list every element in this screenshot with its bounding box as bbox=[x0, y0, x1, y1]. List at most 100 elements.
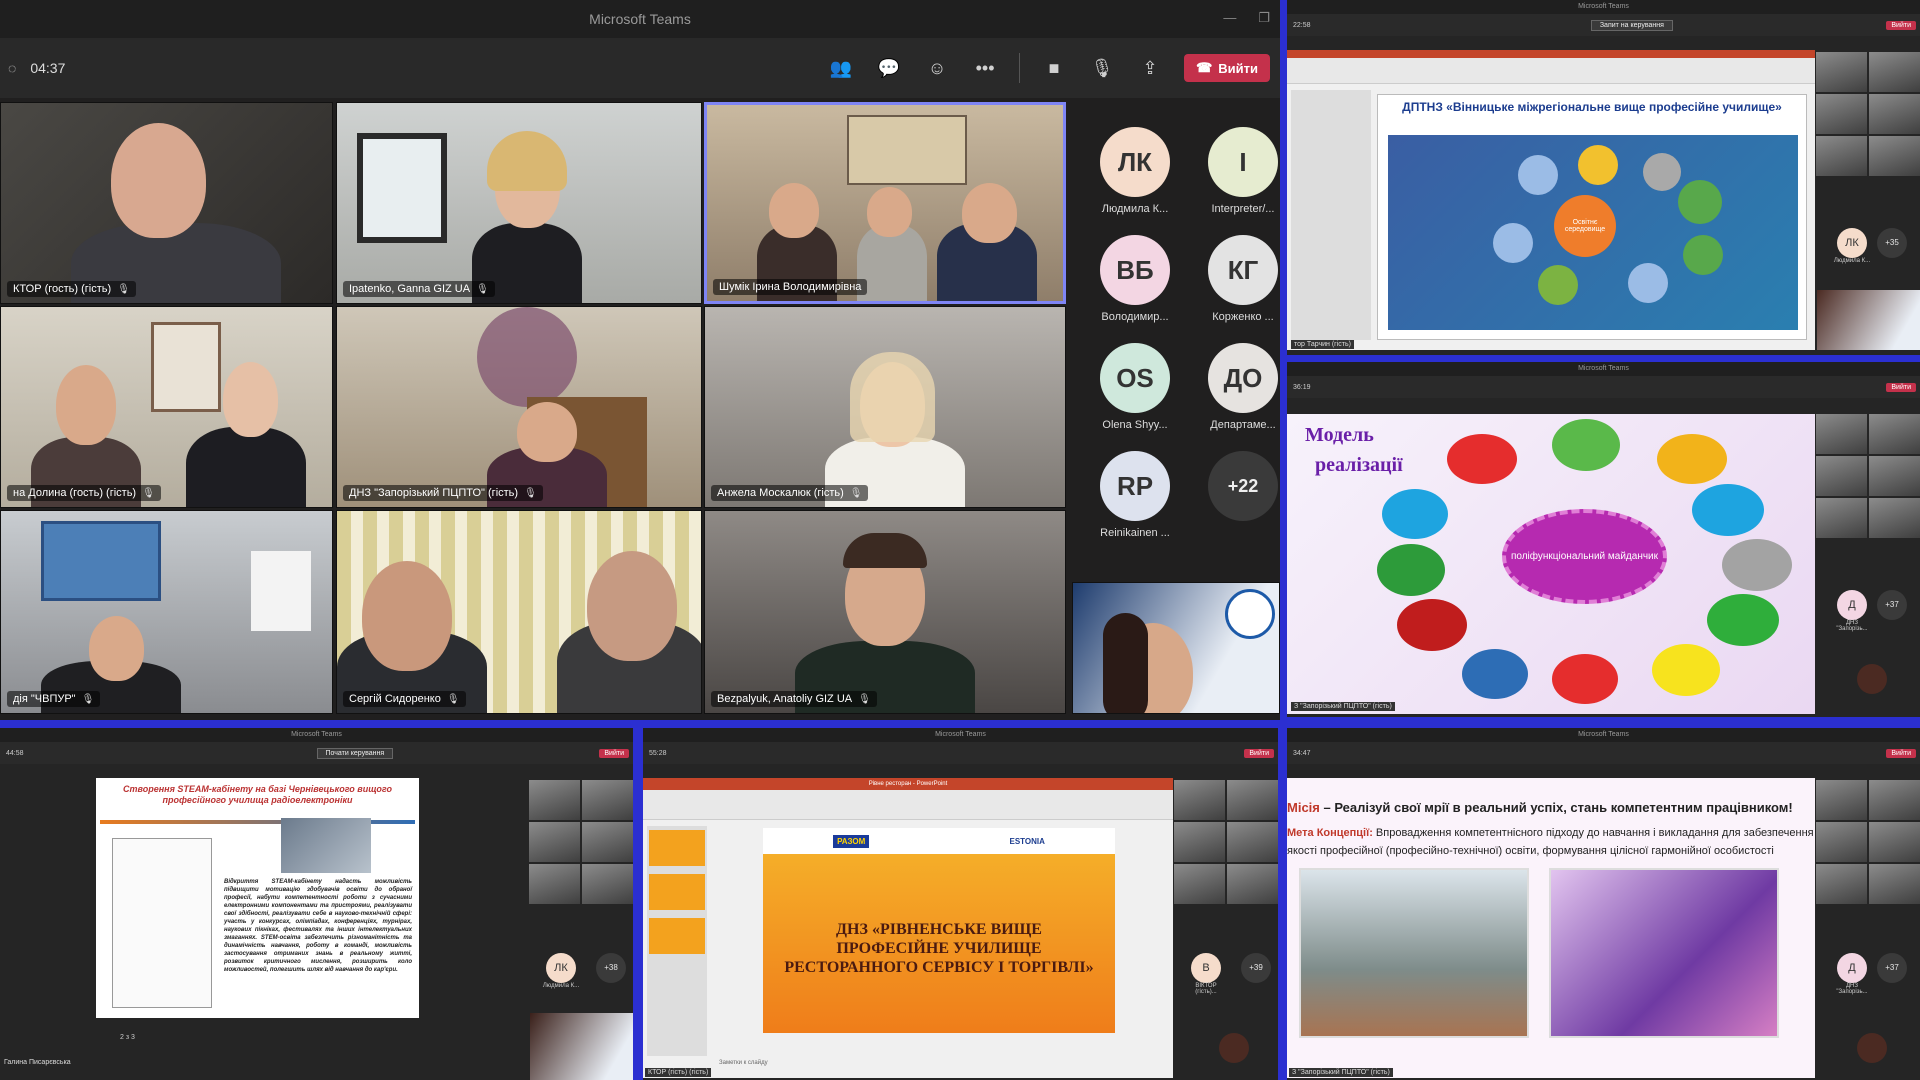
main-teams-window: Microsoft Teams — ❐ ◌ 04:37 👥 💬 ☺ ••• ■ 🎙 … bbox=[0, 0, 1280, 720]
shield-icon: ◌ bbox=[8, 60, 17, 76]
avatar-initials: ВБ bbox=[1100, 235, 1170, 305]
window-title: Microsoft Teams bbox=[643, 728, 1278, 742]
avatar-name: Людмила К... bbox=[1101, 203, 1169, 215]
avatar-name: Корженко ... bbox=[1212, 311, 1274, 323]
leave-button[interactable]: ☎ Вийти bbox=[1184, 54, 1270, 82]
video-tile-active-speaker[interactable]: Шумік Ірина Володимирівна bbox=[704, 102, 1066, 304]
participant-avatar[interactable]: OS Olena Shyy... bbox=[1090, 343, 1180, 431]
window-title: Microsoft Teams bbox=[1287, 362, 1920, 376]
teams-window-3: Microsoft Teams 36:19 Вийти Модель реаліз… bbox=[1287, 362, 1920, 717]
participant-name: КТОР (гость) (гість) 🎙 bbox=[7, 281, 136, 297]
shared-slide: Місія – Реалізуй свої мрії в реальний ус… bbox=[1287, 778, 1815, 1078]
video-tile[interactable]: Ipatenko, Ganna GIZ UA 🎙 bbox=[336, 102, 702, 304]
meeting-timer: 55:28 bbox=[649, 749, 667, 757]
self-view-tile[interactable] bbox=[1072, 582, 1280, 714]
teams-window-6: Microsoft Teams 34:47 Вийти Місія – Реалі… bbox=[1287, 728, 1920, 1080]
avatar-name: Людмила К... bbox=[542, 983, 580, 989]
center-bubble: Освітнє середовище bbox=[1554, 195, 1616, 257]
mic-muted-icon: 🎙 bbox=[117, 283, 130, 295]
teams-window-5: Microsoft Teams 55:28 Вийти Рівне рестора… bbox=[643, 728, 1278, 1080]
overflow-count[interactable]: +38 bbox=[596, 953, 626, 983]
chat-icon[interactable]: 💬 bbox=[875, 54, 903, 82]
slide-title: Створення STEAM-кабінету на базі Черніве… bbox=[123, 784, 392, 805]
self-view-tile bbox=[1857, 1033, 1887, 1063]
video-tile[interactable]: ДНЗ "Запорізький ПЦПТО" (гість) 🎙 bbox=[336, 306, 702, 508]
leave-button[interactable]: Вийти bbox=[1886, 748, 1916, 758]
participant-name: Ipatenko, Ganna GIZ UA 🎙 bbox=[343, 281, 495, 297]
window-title: Microsoft Teams bbox=[1287, 728, 1920, 742]
participants-rail: ЛК Людмила К... І Interpreter/... ВБ Володи… bbox=[1070, 102, 1280, 582]
mission-text: – Реалізуй свої мрії в реальний успіх, с… bbox=[1319, 800, 1793, 815]
overflow-count[interactable]: +37 bbox=[1877, 953, 1907, 983]
avatar-initials: Д bbox=[1837, 590, 1867, 620]
eu-logo: РАЗОМ bbox=[833, 834, 870, 848]
mic-muted-icon: 🎙 bbox=[524, 487, 537, 499]
video-tile[interactable]: Bezpalyuk, Anatoliy GIZ UA 🎙 bbox=[704, 510, 1066, 714]
meeting-toolbar: 36:19 Вийти bbox=[1287, 376, 1920, 398]
self-view-tile bbox=[1219, 1033, 1249, 1063]
photo-gym bbox=[1549, 868, 1779, 1038]
slide-title-2: реалізації bbox=[1315, 454, 1403, 476]
participant-name: дія "ЧВПУР" 🎙 bbox=[7, 691, 101, 707]
participant-avatar[interactable]: ЛК Людмила К... bbox=[541, 953, 581, 989]
participant-avatar[interactable]: Д ДНЗ "Запорізь... bbox=[1832, 590, 1872, 632]
slide-notes: Заметки к слайду bbox=[719, 1060, 768, 1066]
avatar-name: ДНЗ "Запорізь... bbox=[1836, 620, 1868, 632]
meeting-toolbar: 55:28 Вийти bbox=[643, 742, 1278, 764]
avatar-name: Reinikainen ... bbox=[1100, 527, 1170, 539]
slide-title: ДНЗ «РІВНЕНСЬКЕ ВИЩЕ ПРОФЕСІЙНЕ УЧИЛИЩЕ … bbox=[784, 921, 1094, 976]
avatar-name: Володимир... bbox=[1101, 311, 1169, 323]
participant-avatar[interactable]: ДО Департаме... bbox=[1198, 343, 1280, 431]
overflow-count[interactable]: +35 bbox=[1877, 228, 1907, 258]
participant-name: на Долина (гость) (гість) 🎙 bbox=[7, 485, 161, 501]
overflow-count[interactable]: +39 bbox=[1241, 953, 1271, 983]
participant-avatar[interactable]: ЛК Людмила К... bbox=[1090, 127, 1180, 215]
participant-avatar[interactable]: RP Reinikainen ... bbox=[1090, 451, 1180, 539]
video-tile[interactable]: дія "ЧВПУР" 🎙 bbox=[0, 510, 333, 714]
more-participants-button[interactable]: +22 bbox=[1198, 451, 1280, 521]
participant-avatar[interactable]: Д ДНЗ "Запорізь... bbox=[1832, 953, 1872, 995]
request-control-button[interactable]: Запит на керування bbox=[1590, 19, 1673, 31]
take-control-button[interactable]: Почати керування bbox=[316, 747, 394, 759]
leave-button[interactable]: Вийти bbox=[1886, 382, 1916, 392]
video-tile[interactable]: Анжела Москалюк (гість) 🎙 bbox=[704, 306, 1066, 508]
leave-button[interactable]: Вийти bbox=[1886, 20, 1916, 30]
participant-name: Шумік Ірина Володимирівна bbox=[713, 279, 868, 295]
video-tile[interactable]: КТОР (гость) (гість) 🎙 bbox=[0, 102, 333, 304]
avatar-initials: КГ bbox=[1208, 235, 1278, 305]
mission-label: Місія bbox=[1287, 800, 1320, 815]
overflow-count: +22 bbox=[1208, 451, 1278, 521]
avatar-initials: Д bbox=[1837, 953, 1867, 983]
window-title: Microsoft Teams bbox=[589, 11, 691, 27]
participant-avatar[interactable]: В ВІКТОР (гість)... bbox=[1186, 953, 1226, 995]
camera-icon[interactable]: ■ bbox=[1040, 54, 1068, 82]
more-icon[interactable]: ••• bbox=[971, 54, 999, 82]
participant-avatar[interactable]: І Interpreter/... bbox=[1198, 127, 1280, 215]
participant-avatar[interactable]: КГ Корженко ... bbox=[1198, 235, 1280, 323]
participant-name: Анжела Москалюк (гість) 🎙 bbox=[711, 485, 869, 501]
participants-icon[interactable]: 👥 bbox=[827, 54, 855, 82]
page-indicator: 2 з 3 bbox=[120, 1034, 135, 1041]
avatar-name: Людмила К... bbox=[1833, 258, 1871, 264]
meeting-timer: 44:58 bbox=[6, 749, 24, 757]
meeting-toolbar: 44:58 Почати керування Вийти bbox=[0, 742, 633, 764]
participant-avatar[interactable]: ВБ Володимир... bbox=[1090, 235, 1180, 323]
mic-muted-icon[interactable]: 🎙 bbox=[1088, 54, 1116, 82]
minimize-icon[interactable]: — bbox=[1223, 10, 1236, 26]
meeting-toolbar: ◌ 04:37 👥 💬 ☺ ••• ■ 🎙 ⇪ ☎ Вийти bbox=[0, 38, 1280, 98]
center-ellipse: поліфункціональний майданчик bbox=[1502, 509, 1667, 604]
meeting-timer: 34:47 bbox=[1293, 749, 1311, 757]
video-tile[interactable]: на Долина (гость) (гість) 🎙 bbox=[0, 306, 333, 508]
participant-avatar[interactable]: ЛК Людмила К... bbox=[1832, 228, 1872, 264]
reactions-icon[interactable]: ☺ bbox=[923, 54, 951, 82]
self-view-tile bbox=[530, 1013, 633, 1080]
overflow-count[interactable]: +37 bbox=[1877, 590, 1907, 620]
self-view-tile bbox=[1817, 290, 1920, 350]
leave-button[interactable]: Вийти bbox=[1244, 748, 1274, 758]
video-tile[interactable]: Сергій Сидоренко 🎙 bbox=[336, 510, 702, 714]
share-screen-icon[interactable]: ⇪ bbox=[1136, 54, 1164, 82]
leave-button[interactable]: Вийти bbox=[599, 748, 629, 758]
participant-name: Сергій Сидоренко 🎙 bbox=[343, 691, 466, 707]
avatar-initials: ЛК bbox=[1837, 228, 1867, 258]
restore-icon[interactable]: ❐ bbox=[1258, 10, 1270, 26]
